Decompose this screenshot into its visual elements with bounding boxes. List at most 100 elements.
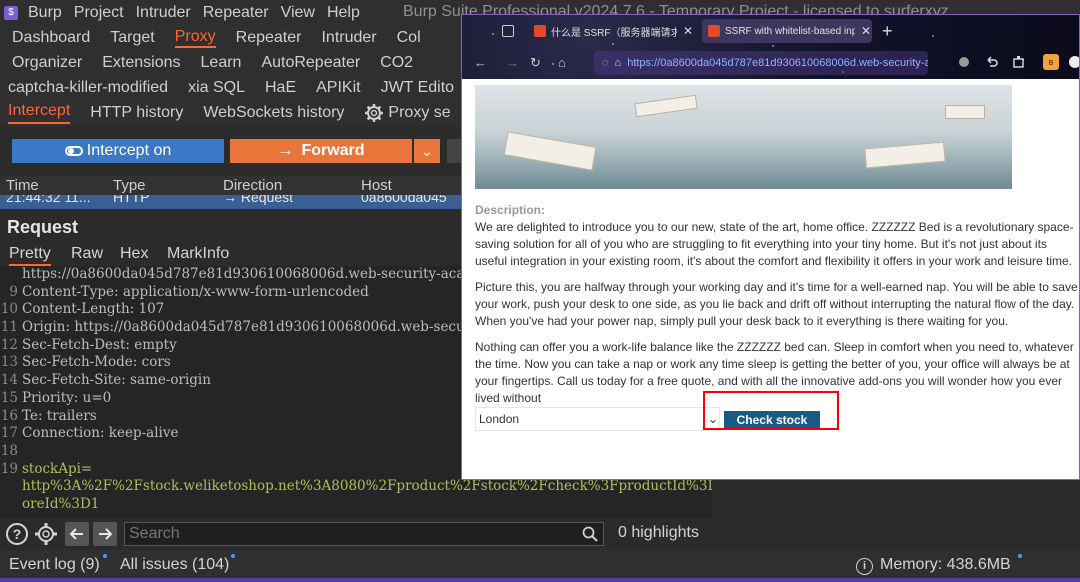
burp-extension-icon[interactable]: B <box>1042 53 1060 71</box>
tab-favicon-icon <box>534 25 546 37</box>
window-accent-bar <box>0 578 1080 582</box>
line-number: 14 <box>0 372 18 389</box>
chevron-down-icon: ⌄ <box>421 142 433 159</box>
event-log-link[interactable]: Event log (9) <box>9 556 100 574</box>
arrow-right-icon[interactable] <box>93 522 117 546</box>
subtab-websockets-history[interactable]: WebSockets history <box>203 104 344 122</box>
row-time: 21:44:32 11... <box>6 195 91 205</box>
request-view-tabs: Pretty Raw Hex MarkInfo <box>0 244 470 266</box>
line-text: Content-Type: application/x-www-form-url… <box>22 283 369 300</box>
home-icon[interactable]: ⌂ <box>558 55 566 70</box>
shield-icon: ◌ <box>602 57 609 69</box>
tab-organizer[interactable]: Organizer <box>12 54 82 72</box>
menu-help[interactable]: Help <box>327 4 360 22</box>
line-number: 10 <box>0 301 18 318</box>
tab-hex[interactable]: Hex <box>120 245 148 263</box>
line-number: 19 <box>0 460 18 477</box>
highlight-annotation <box>703 391 839 430</box>
search-icon <box>582 526 598 542</box>
tab-jwt-editor[interactable]: JWT Edito <box>381 79 455 97</box>
tab-target[interactable]: Target <box>110 29 154 47</box>
line-number: 18 <box>0 442 18 459</box>
forward-label: Forward <box>301 142 365 159</box>
description-label: Description: <box>475 203 546 217</box>
tab-markinfo[interactable]: MarkInfo <box>167 245 229 263</box>
store-select[interactable]: London <box>475 407 720 431</box>
url-bar[interactable]: ◌ ⌂ https://0a8600da045d787e81d930610068… <box>594 51 928 75</box>
search-input[interactable] <box>124 522 604 546</box>
extension-icon[interactable] <box>1012 55 1026 69</box>
tab-raw[interactable]: Raw <box>71 245 103 263</box>
tab-learn[interactable]: Learn <box>201 54 242 72</box>
forward-options-button[interactable]: ⌄ <box>414 139 440 163</box>
gear-icon <box>365 104 384 122</box>
intercept-toggle-button[interactable]: Intercept on <box>12 139 224 163</box>
request-panel-title: Request <box>7 217 79 237</box>
tab-repeater[interactable]: Repeater <box>236 29 302 47</box>
account-icon[interactable] <box>1068 55 1080 69</box>
tab-dashboard[interactable]: Dashboard <box>12 29 90 47</box>
forward-button[interactable]: → Forward <box>230 139 412 163</box>
col-direction[interactable]: Direction <box>223 177 282 194</box>
browser-tab-ssrf-lab[interactable]: SSRF with whitelist-based input filter ✕ <box>702 19 872 43</box>
close-icon[interactable]: ✕ <box>683 24 693 38</box>
browser-tab-label: SSRF with whitelist-based input filter <box>725 25 855 37</box>
product-page: Description: We are delighted to introdu… <box>462 79 1079 479</box>
description-paragraph: We are delighted to introduce you to our… <box>475 220 1074 268</box>
tab-autorepeater[interactable]: AutoRepeater <box>261 54 360 72</box>
back-icon[interactable]: ← <box>474 55 487 70</box>
tab-collaborator[interactable]: Col <box>397 29 421 47</box>
arrow-left-icon[interactable] <box>65 522 89 546</box>
issues-badge <box>231 554 235 558</box>
tab-captcha-killer[interactable]: captcha-killer-modified <box>8 79 168 97</box>
subtab-proxy-settings-label: Proxy se <box>388 104 451 122</box>
reload-icon[interactable]: ↻ <box>530 55 541 71</box>
subtab-intercept[interactable]: Intercept <box>8 102 71 124</box>
record-icon[interactable] <box>957 55 971 69</box>
line-text: Priority: u=0 <box>22 389 112 406</box>
line-number: 11 <box>0 319 18 336</box>
tab-intruder[interactable]: Intruder <box>321 29 376 47</box>
new-tab-button[interactable]: + <box>882 21 893 42</box>
code-line: oreId%3D1 <box>0 496 712 514</box>
help-icon[interactable]: ? <box>5 522 29 546</box>
col-type[interactable]: Type <box>113 177 146 194</box>
tab-pretty[interactable]: Pretty <box>9 245 51 266</box>
tab-hae[interactable]: HaE <box>265 79 296 97</box>
tab-xia-sql[interactable]: xia SQL <box>188 79 245 97</box>
line-text: Sec-Fetch-Site: same-origin <box>22 372 211 389</box>
forward-icon[interactable]: → <box>506 55 519 70</box>
search-bar: ? 0 highlights <box>0 518 712 550</box>
memory-usage: Memory: 438.6MB <box>880 556 1011 573</box>
menu-project[interactable]: Project <box>74 4 124 22</box>
toggle-icon <box>64 146 83 156</box>
tab-extensions[interactable]: Extensions <box>102 54 180 72</box>
col-time[interactable]: Time <box>6 177 39 194</box>
all-issues-link[interactable]: All issues (104) <box>120 556 229 574</box>
tab-proxy[interactable]: Proxy <box>174 28 216 48</box>
line-number: 12 <box>0 336 18 353</box>
subtab-http-history[interactable]: HTTP history <box>90 104 183 122</box>
row-host: 0a8600da045 <box>361 195 447 205</box>
gear-icon[interactable] <box>34 522 58 546</box>
menu-repeater[interactable]: Repeater <box>203 4 269 22</box>
menu-burp[interactable]: Burp <box>28 4 62 22</box>
line-text: oreId%3D1 <box>22 495 100 512</box>
col-host[interactable]: Host <box>361 177 392 194</box>
burp-logo-icon: $ <box>4 5 18 20</box>
menu-intruder[interactable]: Intruder <box>136 4 191 22</box>
subtab-proxy-settings[interactable]: Proxy se <box>364 103 451 123</box>
browser-tab-ssrf-article[interactable]: 什么是 SSRF（服务器端请求伪造） ✕ <box>528 19 694 43</box>
line-number: 17 <box>0 425 18 442</box>
tab-co2[interactable]: CO2 <box>380 54 413 72</box>
close-icon[interactable]: ✕ <box>861 24 871 38</box>
row-direction: → Request <box>223 195 294 205</box>
description-paragraph: Picture this, you are halfway through yo… <box>475 280 1078 328</box>
info-icon: i <box>856 558 873 575</box>
line-text: Te: trailers <box>22 407 97 424</box>
undo-icon[interactable] <box>984 55 998 69</box>
tab-apikit[interactable]: APIKit <box>316 79 360 97</box>
response-panel <box>712 480 1080 550</box>
menu-view[interactable]: View <box>281 4 315 22</box>
tab-list-icon[interactable] <box>502 25 514 37</box>
